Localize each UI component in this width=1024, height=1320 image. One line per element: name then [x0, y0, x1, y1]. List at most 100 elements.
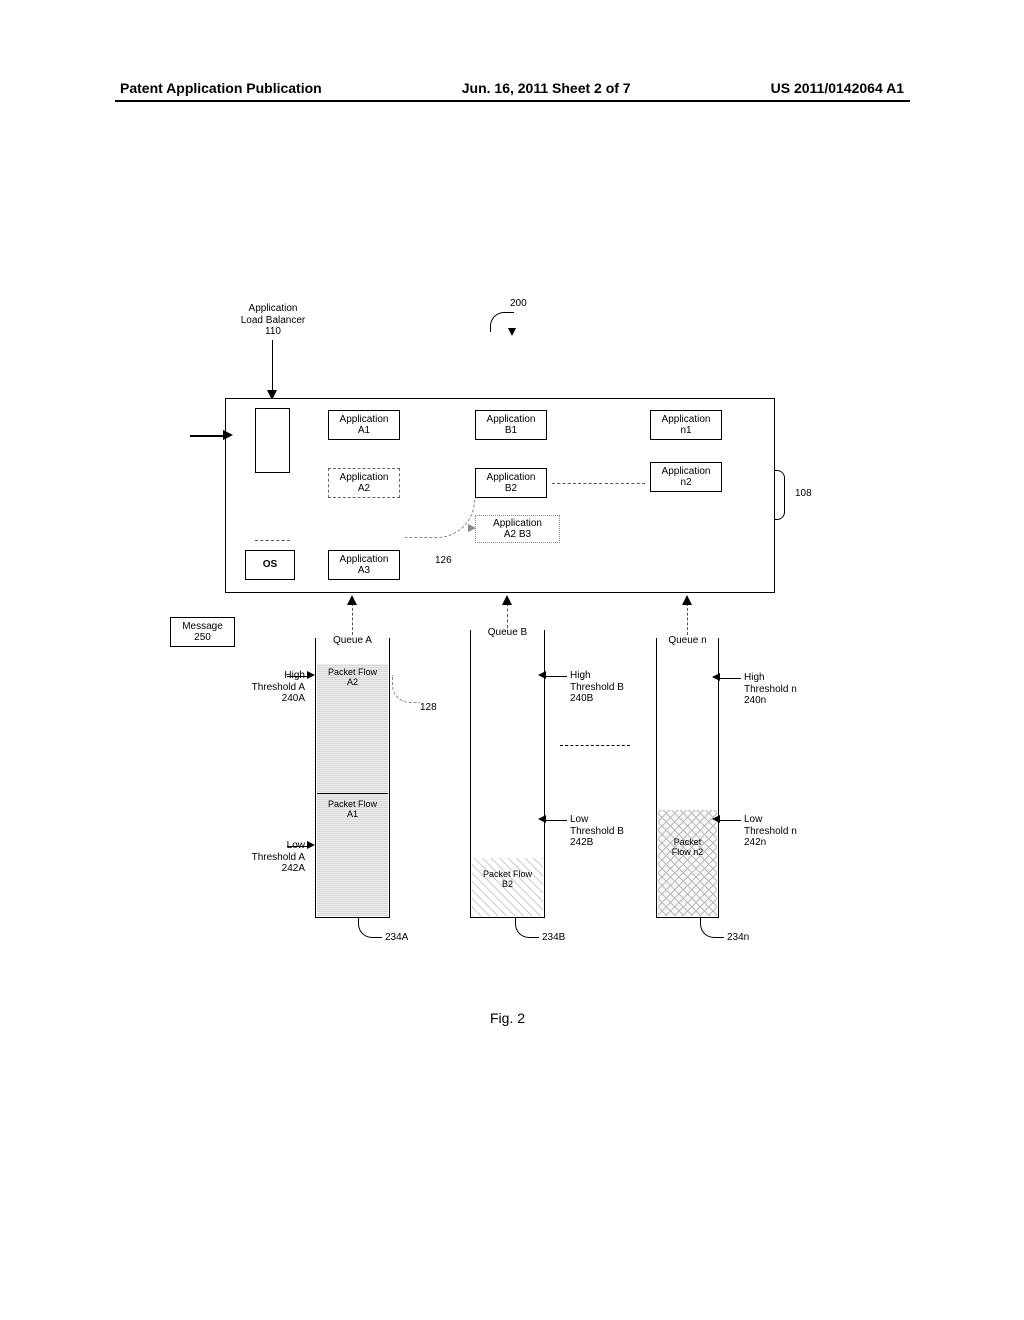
leader-126-arrow [468, 524, 476, 532]
pf-a1-l2: A1 [347, 809, 358, 819]
app-a2b3-l1: Application [493, 518, 542, 530]
ltb-l2: Threshold B [570, 826, 624, 837]
pf-b2-l1: Packet Flow [483, 869, 532, 879]
alb-arrow-line [272, 340, 273, 392]
low-th-n: Low Threshold n 242n [744, 814, 797, 849]
queue-b-arrow [502, 595, 512, 605]
queue-n-arrow [682, 595, 692, 605]
input-arrow-head [223, 430, 233, 440]
app-a1-l1: Application [340, 414, 389, 426]
queue-b-ref: 234B [542, 932, 565, 944]
leader-200-arrow [508, 328, 516, 336]
ltb-arrow-line [545, 820, 567, 821]
htn-arrow-line [719, 678, 741, 679]
pf-b2: Packet Flow B2 [471, 870, 544, 890]
queue-n: Queue n Packet Flow n2 [656, 638, 719, 918]
app-a2b3: Application A2 B3 [475, 515, 560, 543]
app-b2: Application B2 [475, 468, 547, 498]
lta-l2: Threshold A [252, 852, 305, 863]
message-box: Message 250 [170, 617, 235, 647]
app-a3-l1: Application [340, 554, 389, 566]
lta-l3: 242A [282, 863, 305, 874]
ltb-l1: Low [570, 814, 588, 825]
queue-a-arrow-line [352, 603, 353, 635]
ltn-l3: 242n [744, 837, 766, 848]
low-th-b: Low Threshold B 242B [570, 814, 624, 849]
app-a2b3-l2: A2 B3 [504, 529, 531, 541]
queue-n-title: Queue n [657, 635, 718, 646]
diagram-canvas: 200 Application Load Balancer 110 108 OS… [140, 290, 880, 990]
server-curly [775, 470, 785, 520]
figure-caption: Fig. 2 [490, 1010, 525, 1026]
app-b2-l2: B2 [505, 483, 517, 495]
htb-l3: 240B [570, 693, 593, 704]
message-l1: Message [182, 621, 223, 633]
leader-234a [358, 918, 382, 938]
ref-128: 128 [420, 702, 437, 714]
app-n2-l1: Application [662, 466, 711, 478]
high-th-n: High Threshold n 240n [744, 672, 797, 707]
app-n1: Application n1 [650, 410, 722, 440]
app-b1-l1: Application [487, 414, 536, 426]
htb-arrow-line [545, 676, 567, 677]
os-box: OS [245, 550, 295, 580]
app-a2: Application A2 [328, 468, 400, 498]
diagram-ref-200: 200 [510, 298, 527, 310]
message-l2: 250 [194, 632, 211, 644]
queue-b-arrow-line [507, 603, 508, 628]
queue-a-title: Queue A [316, 635, 389, 646]
pf-b2-l2: B2 [502, 879, 513, 889]
ltn-l2: Threshold n [744, 826, 797, 837]
pf-n2-l2: Flow n2 [672, 847, 704, 857]
dash-b-n [552, 483, 602, 484]
app-b1-l2: B1 [505, 425, 517, 437]
alb-line1: Application [249, 303, 298, 314]
hta-l2: Threshold A [252, 682, 305, 693]
htn-l2: Threshold n [744, 684, 797, 695]
pf-n2-l1: Packet [674, 837, 702, 847]
app-a3-l2: A3 [358, 565, 370, 577]
alb-box [255, 408, 290, 473]
queue-n-fill [658, 810, 717, 916]
ltn-l1: Low [744, 814, 762, 825]
input-arrow-line [190, 435, 225, 437]
header-left: Patent Application Publication [120, 80, 322, 96]
htn-arrow [712, 673, 720, 681]
ltn-arrow-line [719, 820, 741, 821]
pf-a1-l1: Packet Flow [328, 799, 377, 809]
htb-l1: High [570, 670, 591, 681]
htb-l2: Threshold B [570, 682, 624, 693]
leader-128 [392, 675, 420, 703]
queue-a: Queue A Packet Flow A2 Packet Flow A1 [315, 638, 390, 918]
alb-dash [255, 540, 290, 541]
app-b1: Application B1 [475, 410, 547, 440]
ltn-arrow [712, 815, 720, 823]
app-n2-l2: n2 [680, 477, 691, 489]
queue-b: Queue B Packet Flow B2 [470, 630, 545, 918]
app-a1: Application A1 [328, 410, 400, 440]
ltb-arrow [538, 815, 546, 823]
queue-n-ref: 234n [727, 932, 749, 944]
pf-a2: Packet Flow A2 [316, 668, 389, 688]
queue-n-arrow-line [687, 603, 688, 635]
pf-a1: Packet Flow A1 [316, 800, 389, 820]
htb-arrow [538, 671, 546, 679]
header-center: Jun. 16, 2011 Sheet 2 of 7 [462, 80, 631, 96]
pf-n2: Packet Flow n2 [657, 838, 718, 858]
hta-arrow [307, 671, 315, 679]
app-n2: Application n2 [650, 462, 722, 492]
app-a2-l2: A2 [358, 483, 370, 495]
queue-a-arrow [347, 595, 357, 605]
header-rule [115, 100, 910, 102]
leader-234n [700, 918, 724, 938]
header-right: US 2011/0142064 A1 [771, 80, 904, 96]
queue-a-fill [317, 664, 388, 916]
app-b2-l1: Application [487, 472, 536, 484]
ref-126: 126 [435, 555, 452, 567]
queue-b-title: Queue B [471, 627, 544, 638]
dash-b-n2 [605, 483, 645, 484]
queue-a-divider [317, 793, 388, 794]
app-n1-l1: Application [662, 414, 711, 426]
server-ref: 108 [795, 488, 812, 500]
app-a2-l1: Application [340, 472, 389, 484]
